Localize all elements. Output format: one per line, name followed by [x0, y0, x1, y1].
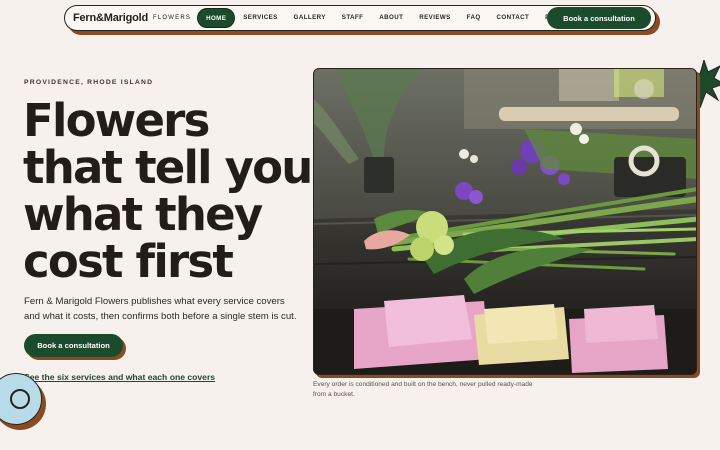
- brand-logo-subtitle: FLOWERS: [153, 15, 192, 21]
- paper-roll: [499, 107, 679, 121]
- nav-link-faq[interactable]: FAQ: [459, 8, 489, 28]
- photo-caption: Every order is conditioned and built on …: [313, 381, 533, 398]
- nav-link-services[interactable]: SERVICES: [235, 8, 285, 28]
- nav-link-contact[interactable]: CONTACT: [489, 8, 538, 28]
- nav-link-reviews[interactable]: REVIEWS: [411, 8, 458, 28]
- plant-pot: [364, 157, 394, 193]
- nav-link-staff[interactable]: STAFF: [334, 8, 371, 28]
- nav-links: HOME SERVICES GALLERY STAFF ABOUT REVIEW…: [197, 8, 583, 28]
- hero-description: Fern & Marigold Flowers publishes what e…: [24, 296, 297, 322]
- bench-illustration: [314, 69, 696, 374]
- hero-photo-florist-bench: [313, 68, 697, 375]
- nav-link-about[interactable]: ABOUT: [371, 8, 411, 28]
- hero-headline: Flowers that tell you what they cost fir…: [23, 94, 313, 288]
- nav-book-consultation-button[interactable]: Book a consultation: [547, 7, 651, 29]
- hero-book-consultation-button[interactable]: Book a consultation: [24, 334, 123, 357]
- location-eyebrow: PROVIDENCE, RHODE ISLAND: [24, 79, 154, 86]
- services-link[interactable]: See the six services and what each one c…: [24, 372, 215, 382]
- decor-ring-icon: [10, 389, 30, 409]
- top-nav: Fern&Marigold FLOWERS HOME SERVICES GALL…: [64, 5, 656, 31]
- nav-link-gallery[interactable]: GALLERY: [286, 8, 334, 28]
- nav-link-home[interactable]: HOME: [197, 8, 236, 28]
- brand-logo[interactable]: Fern&Marigold: [73, 12, 148, 24]
